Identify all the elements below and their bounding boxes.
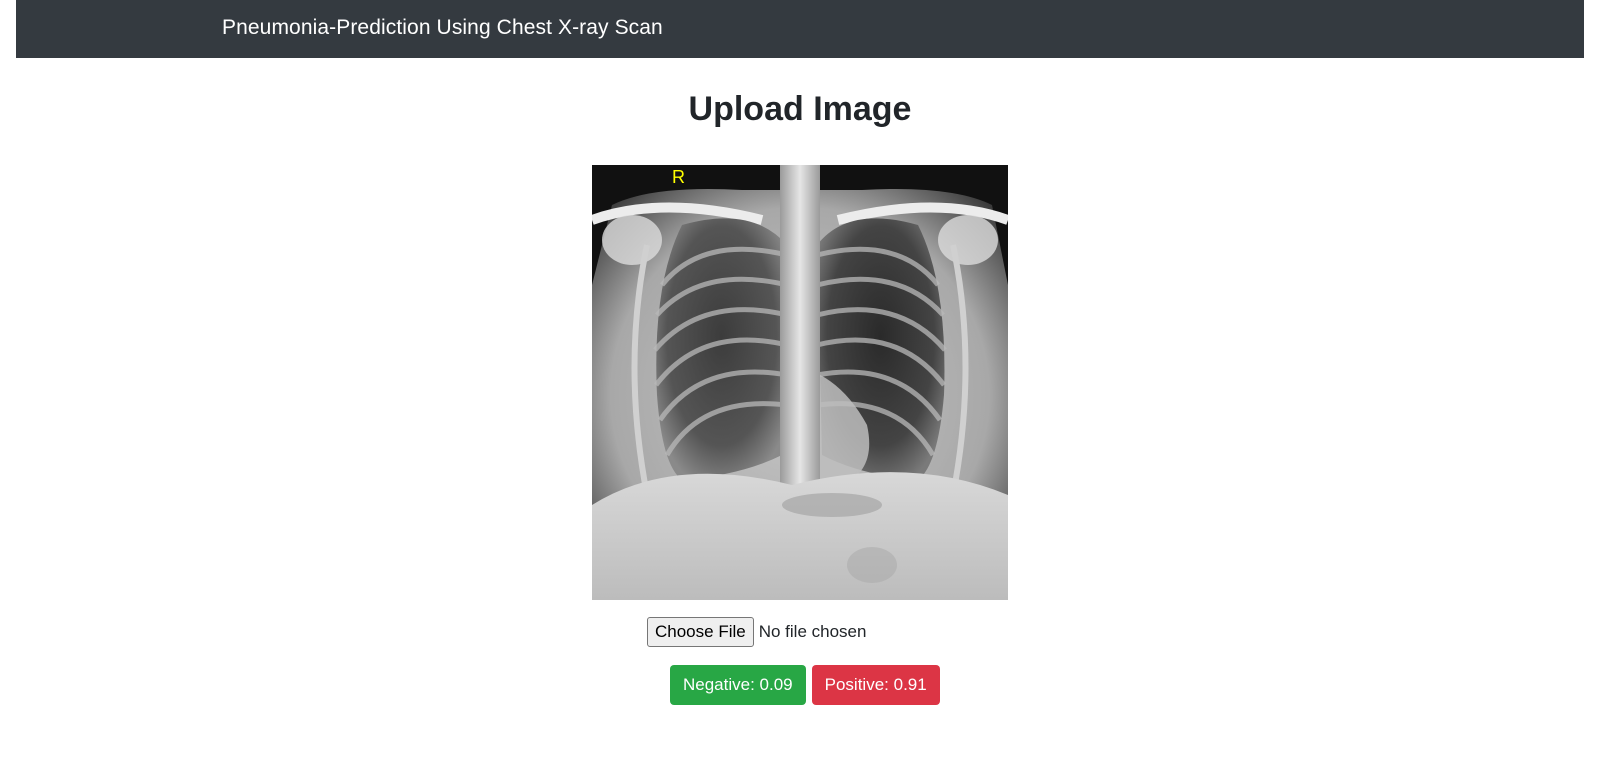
page: Pneumonia-Prediction Using Chest X-ray S… <box>0 0 1600 762</box>
prediction-results: Negative: 0.09 Positive: 0.91 <box>670 665 940 705</box>
xray-graphic: R <box>592 165 1008 600</box>
navbar-brand[interactable]: Pneumonia-Prediction Using Chest X-ray S… <box>222 16 663 40</box>
file-upload: Choose File No file chosen <box>647 617 866 647</box>
positive-result-badge: Positive: 0.91 <box>811 665 940 705</box>
xray-r-marker: R <box>672 167 685 187</box>
negative-result-badge: Negative: 0.09 <box>670 665 806 705</box>
choose-file-button[interactable]: Choose File <box>647 617 754 647</box>
xray-image: R <box>592 165 1008 600</box>
navbar: Pneumonia-Prediction Using Chest X-ray S… <box>16 0 1584 58</box>
file-status-text: No file chosen <box>758 622 867 641</box>
page-title: Upload Image <box>688 90 912 128</box>
